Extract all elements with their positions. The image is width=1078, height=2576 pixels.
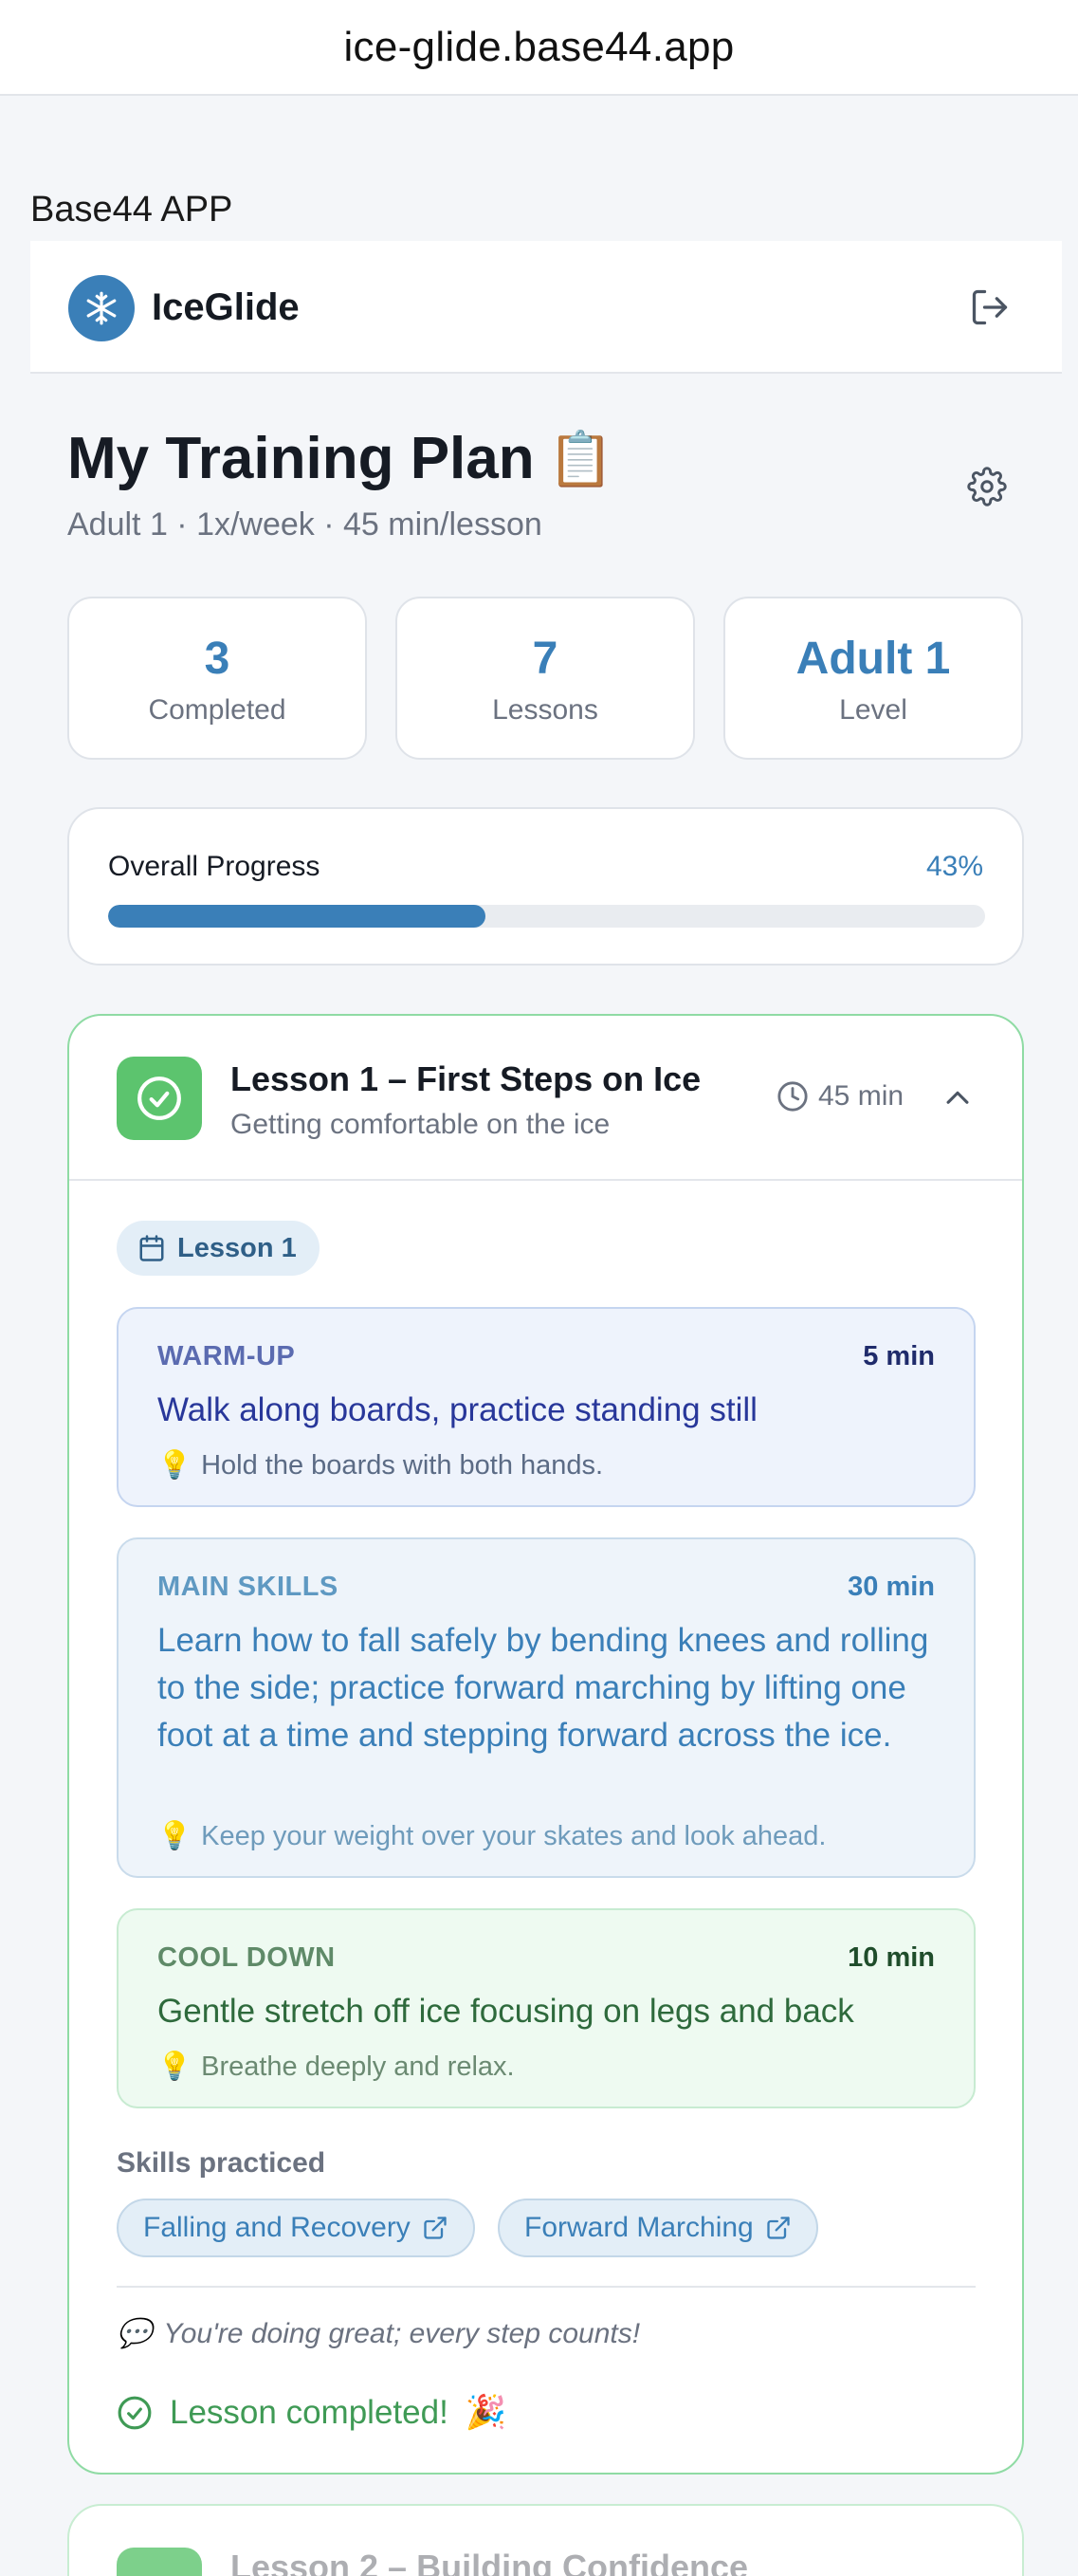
block-tip: 💡 Keep your weight over your skates and … bbox=[157, 1820, 826, 1852]
lesson-title: Lesson 1 – First Steps on Ice bbox=[230, 1059, 702, 1098]
browser-url-bar[interactable]: ice-glide.base44.app bbox=[0, 0, 1078, 96]
speech-bubble-icon: 💬 bbox=[117, 2318, 153, 2349]
lightbulb-icon: 💡 bbox=[157, 2052, 192, 2082]
block-tip: 💡 Hold the boards with both hands. bbox=[157, 1449, 603, 1481]
completed-text: Lesson completed! bbox=[170, 2393, 448, 2431]
block-description: Walk along boards, practice standing sti… bbox=[157, 1391, 758, 1428]
stat-value: Adult 1 bbox=[795, 634, 951, 684]
url-text: ice-glide.base44.app bbox=[343, 23, 735, 70]
lesson-subtitle: Getting comfortable on the ice bbox=[230, 1109, 611, 1140]
plan-subtitle: Adult 1 · 1x/week · 45 min/lesson bbox=[67, 506, 542, 543]
lightbulb-icon: 💡 bbox=[157, 1821, 192, 1851]
app-label: Base44 APP bbox=[30, 190, 233, 230]
block-category: MAIN SKILLS bbox=[157, 1572, 338, 1602]
stat-value: 7 bbox=[532, 634, 558, 684]
chevron-up-icon[interactable] bbox=[941, 1082, 974, 1114]
block-category: WARM-UP bbox=[157, 1341, 296, 1371]
block-minutes: 5 min bbox=[863, 1341, 935, 1371]
stat-lessons: 7 Lessons bbox=[395, 597, 695, 760]
badge-label: Lesson 1 bbox=[177, 1232, 297, 1263]
block-minutes: 10 min bbox=[848, 1942, 935, 1973]
logout-icon[interactable] bbox=[969, 286, 1011, 328]
lesson-status-icon bbox=[117, 2548, 202, 2576]
block-category: COOL DOWN bbox=[157, 1942, 336, 1973]
tip-text: Keep your weight over your skates and lo… bbox=[201, 1820, 827, 1851]
block-description: Gentle stretch off ice focusing on legs … bbox=[157, 1993, 854, 2030]
skill-chip-label: Falling and Recovery bbox=[143, 2212, 411, 2243]
external-link-icon bbox=[424, 2217, 447, 2239]
skill-chip-forward-marching[interactable]: Forward Marching bbox=[498, 2199, 818, 2257]
warm-up-block: WARM-UP 5 min Walk along boards, practic… bbox=[117, 1307, 976, 1507]
stat-value: 3 bbox=[204, 634, 230, 684]
clock-icon bbox=[777, 1081, 808, 1112]
main-skills-block: MAIN SKILLS 30 min Learn how to fall saf… bbox=[117, 1537, 976, 1878]
progress-track bbox=[108, 905, 985, 928]
check-circle-icon bbox=[118, 2396, 152, 2429]
stat-label: Completed bbox=[148, 694, 286, 726]
block-minutes: 30 min bbox=[848, 1572, 935, 1602]
clipboard-icon: 📋 bbox=[547, 428, 614, 488]
calendar-icon bbox=[139, 1235, 164, 1261]
skills-label: Skills practiced bbox=[117, 2147, 326, 2179]
block-description: Learn how to fall safely by bending knee… bbox=[157, 1622, 929, 1754]
stat-level: Adult 1 Level bbox=[723, 597, 1023, 760]
note-text: You're doing great; every step counts! bbox=[163, 2317, 641, 2349]
lesson-badge: Lesson 1 bbox=[117, 1221, 320, 1276]
page-title-row: My Training Plan 📋 bbox=[67, 425, 613, 492]
lesson-card: Lesson 1 – First Steps on Ice Getting co… bbox=[67, 1014, 1024, 2475]
stat-label: Lessons bbox=[492, 694, 598, 726]
progress-fill bbox=[108, 905, 485, 928]
lesson-duration: 45 min bbox=[777, 1080, 904, 1113]
next-lesson-card[interactable]: Lesson 2 – Building Confidence bbox=[67, 2504, 1024, 2576]
lesson-header[interactable]: Lesson 1 – First Steps on Ice Getting co… bbox=[69, 1016, 1022, 1181]
brand-name[interactable]: IceGlide bbox=[152, 286, 300, 329]
skill-chip-falling-and-recovery[interactable]: Falling and Recovery bbox=[117, 2199, 475, 2257]
lesson-completed-status: Lesson completed! 🎉 bbox=[117, 2393, 506, 2432]
block-tip: 💡 Breathe deeply and relax. bbox=[157, 2051, 515, 2083]
overall-progress-card: Overall Progress 43% bbox=[67, 807, 1024, 966]
gear-icon[interactable] bbox=[967, 467, 1007, 506]
next-lesson-title: Lesson 2 – Building Confidence bbox=[230, 2548, 749, 2576]
cool-down-block: COOL DOWN 10 min Gentle stretch off ice … bbox=[117, 1908, 976, 2108]
skill-chip-label: Forward Marching bbox=[524, 2212, 754, 2243]
party-icon: 🎉 bbox=[465, 2394, 507, 2431]
stat-completed: 3 Completed bbox=[67, 597, 367, 760]
coach-note: 💬 You're doing great; every step counts! bbox=[117, 2317, 640, 2350]
page-title: My Training Plan bbox=[67, 426, 535, 491]
check-circle-icon bbox=[117, 1057, 202, 1140]
divider bbox=[117, 2286, 976, 2288]
tip-text: Hold the boards with both hands. bbox=[201, 1449, 604, 1481]
snowflake-icon bbox=[68, 275, 135, 341]
stat-label: Level bbox=[839, 694, 907, 726]
progress-percent: 43% bbox=[925, 851, 983, 882]
tip-text: Breathe deeply and relax. bbox=[201, 2051, 515, 2082]
external-link-icon bbox=[767, 2217, 790, 2239]
lightbulb-icon: 💡 bbox=[157, 1450, 192, 1481]
progress-label: Overall Progress bbox=[108, 851, 320, 882]
app-header: IceGlide bbox=[30, 241, 1062, 374]
duration-text: 45 min bbox=[818, 1080, 904, 1112]
